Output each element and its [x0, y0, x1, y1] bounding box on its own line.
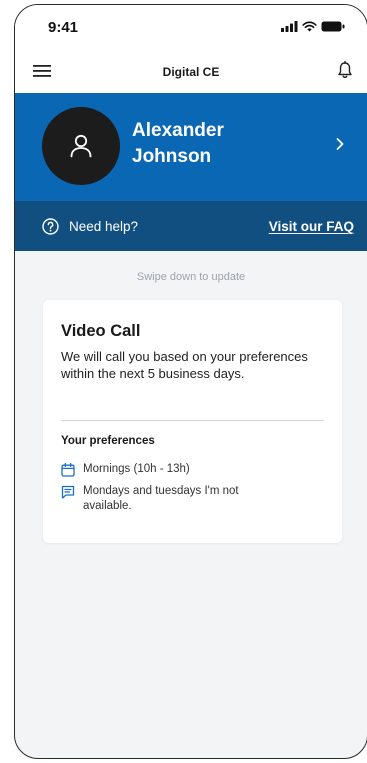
- battery-icon: [321, 21, 345, 32]
- message-icon: [61, 485, 75, 499]
- bell-icon[interactable]: [337, 61, 353, 79]
- preference-item: Mondays and tuesdays I'm not available.: [61, 484, 283, 514]
- wifi-icon: [302, 21, 317, 32]
- phone-frame: 9:41 Digital CE Alexander Johnson Need h…: [14, 4, 367, 759]
- preference-item: Mornings (10h - 13h): [61, 462, 283, 477]
- video-call-card: Video Call We will call you based on you…: [43, 300, 342, 543]
- calendar-icon: [61, 463, 75, 477]
- preference-text: Mornings (10h - 13h): [83, 463, 190, 475]
- help-text: Need help?: [69, 219, 139, 234]
- preference-text: Mondays and tuesdays I'm not available.: [83, 485, 239, 512]
- question-circle-icon: [42, 218, 59, 235]
- profile-banner[interactable]: Alexander Johnson: [15, 93, 367, 201]
- chevron-right-icon[interactable]: [335, 137, 345, 151]
- top-nav-bar: Digital CE: [15, 49, 367, 93]
- avatar: [42, 107, 120, 185]
- status-time: 9:41: [48, 19, 79, 36]
- card-divider: [61, 420, 324, 421]
- profile-name: Alexander Johnson: [132, 120, 224, 167]
- card-description: We will call you based on your preferenc…: [61, 349, 308, 381]
- card-title: Video Call: [61, 322, 141, 340]
- signal-icon: [281, 21, 298, 32]
- faq-link[interactable]: Visit our FAQ: [269, 219, 354, 234]
- page-title: Digital CE: [162, 65, 220, 79]
- preferences-heading: Your preferences: [61, 435, 155, 447]
- user-icon: [70, 134, 92, 158]
- swipe-hint: Swipe down to update: [136, 271, 246, 283]
- status-icons: [281, 21, 345, 32]
- status-bar: 9:41: [15, 5, 367, 49]
- help-strip: Need help? Visit our FAQ: [15, 201, 367, 251]
